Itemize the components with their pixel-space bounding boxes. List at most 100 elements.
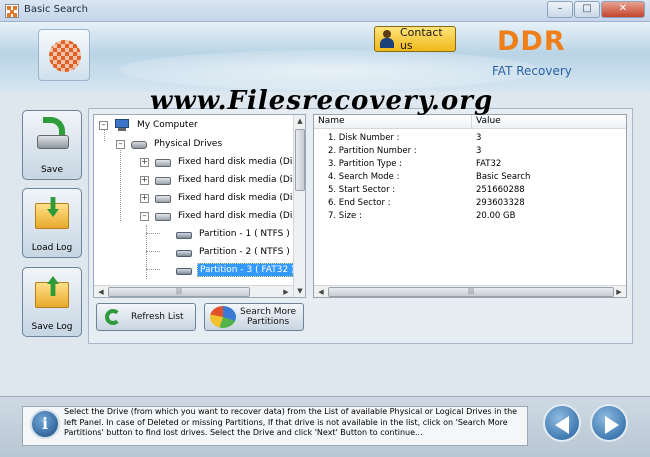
partition-icon [176, 232, 192, 239]
table-row[interactable]: 6. End Sector : 293603328 [314, 197, 626, 210]
collapse-icon[interactable]: – [116, 139, 125, 149]
partition-icon [176, 250, 192, 257]
computer-icon [114, 119, 130, 131]
close-button[interactable]: ✕ [601, 1, 645, 18]
person-icon [379, 30, 394, 48]
scroll-thumb[interactable]: ||| [108, 287, 250, 297]
header-banner: Contact us DDR FAT Recovery [0, 22, 650, 92]
scroll-thumb[interactable]: ||| [328, 287, 614, 297]
tree-node-partition-1[interactable]: Partition - 1 ( NTFS ) [176, 226, 292, 242]
contact-us-button[interactable]: Contact us [374, 26, 456, 52]
collapse-icon[interactable]: – [140, 211, 149, 221]
drives-icon [131, 141, 147, 149]
tree-label: Physical Drives [154, 139, 223, 149]
collapse-icon[interactable]: – [99, 120, 108, 130]
table-row[interactable]: 5. Start Sector : 251660288 [314, 184, 626, 197]
load-log-label: Load Log [31, 243, 73, 253]
scroll-left-icon[interactable]: ◀ [315, 286, 327, 297]
property-value: FAT32 [476, 159, 502, 169]
maximize-button[interactable]: □ [574, 1, 600, 18]
search-more-label: Search More Partitions [240, 307, 296, 327]
table-row[interactable]: 3. Partition Type : FAT32 [314, 158, 626, 171]
folder-save-icon [35, 274, 71, 310]
property-value: 293603328 [476, 198, 525, 208]
table-row[interactable]: 4. Search Mode : Basic Search [314, 171, 626, 184]
contact-us-label: Contact us [399, 26, 443, 52]
tree-vertical-scrollbar[interactable]: ▲ ▼ [293, 115, 305, 297]
tree-label: Partition - 1 ( NTFS ) [199, 229, 290, 239]
banner-decoration [120, 50, 540, 90]
tree-label: Fixed hard disk media (Disk2 - 2. [178, 193, 305, 203]
tree-node-disk3[interactable]: – Fixed hard disk media (Disk3 - 93 [140, 208, 305, 224]
scroll-thumb[interactable] [295, 129, 305, 191]
property-name: 3. Partition Type : [328, 159, 403, 169]
tree-node-partition-3[interactable]: Partition - 3 ( FAT32 ) [176, 262, 298, 278]
watermark-text: www.Filesrecovery.org [150, 86, 494, 116]
search-more-line-2: Partitions [246, 317, 290, 327]
property-name: 1. Disk Number : [328, 133, 400, 143]
tree-label: Fixed hard disk media (Disk1 - 93 [178, 175, 305, 185]
property-value: 3 [476, 133, 482, 143]
app-logo-icon [5, 4, 19, 18]
tree-node-disk1[interactable]: + Fixed hard disk media (Disk1 - 93 [140, 172, 305, 188]
logo-icon [49, 40, 81, 72]
hard-disk-icon [155, 177, 171, 185]
tree-node-partition-2[interactable]: Partition - 2 ( NTFS ) [176, 244, 292, 260]
folder-open-icon [35, 195, 71, 231]
tree-node-disk2[interactable]: + Fixed hard disk media (Disk2 - 2. [140, 190, 305, 206]
tree-node-my-computer[interactable]: – My Computer [99, 117, 200, 133]
property-value: 20.00 GB [476, 211, 516, 221]
load-log-button[interactable]: Load Log [22, 188, 82, 258]
scroll-right-icon[interactable]: ▶ [280, 286, 292, 298]
tree-horizontal-scrollbar[interactable]: ◀ ||| ▶ [94, 285, 293, 297]
table-row[interactable]: 7. Size : 20.00 GB [314, 210, 626, 223]
hard-disk-icon [155, 159, 171, 167]
next-button[interactable] [590, 404, 628, 442]
refresh-list-button[interactable]: Refresh List [96, 303, 196, 331]
refresh-icon [103, 307, 123, 327]
expand-icon[interactable]: + [140, 157, 149, 167]
expand-icon[interactable]: + [140, 175, 149, 185]
properties-list[interactable]: Name Value 1. Disk Number : 3 2. Partiti… [313, 114, 627, 298]
scroll-up-icon[interactable]: ▲ [295, 116, 305, 126]
column-header-value[interactable]: Value [472, 115, 501, 128]
next-arrow-icon [605, 416, 619, 434]
save-log-button[interactable]: Save Log [22, 267, 82, 337]
save-log-label: Save Log [31, 322, 73, 332]
minimize-button[interactable]: – [547, 1, 573, 18]
tree-label: My Computer [137, 120, 198, 130]
scroll-down-icon[interactable]: ▼ [295, 286, 305, 296]
properties-header: Name Value [314, 115, 626, 129]
back-button[interactable] [543, 404, 581, 442]
expand-icon[interactable]: + [140, 193, 149, 203]
scroll-left-icon[interactable]: ◀ [95, 286, 107, 298]
hard-disk-icon [155, 195, 171, 203]
property-value: 3 [476, 146, 482, 156]
property-name: 6. End Sector : [328, 198, 391, 208]
property-value: Basic Search [476, 172, 531, 182]
info-text: Select the Drive (from which you want to… [64, 407, 518, 437]
window-controls: – □ ✕ [546, 1, 645, 18]
drive-tree[interactable]: – My Computer – Physical Drives + Fixed … [93, 114, 306, 298]
save-drive-icon [35, 117, 71, 153]
hard-disk-icon [155, 213, 171, 221]
properties-horizontal-scrollbar[interactable]: ◀ ||| ▶ [314, 285, 626, 297]
tree-label: Fixed hard disk media (Disk0 - 1.8 [178, 157, 305, 167]
tree-node-disk0[interactable]: + Fixed hard disk media (Disk0 - 1.8 [140, 154, 305, 170]
product-name: FAT Recovery [492, 64, 572, 78]
window-title: Basic Search [24, 4, 89, 15]
refresh-list-label: Refresh List [131, 312, 184, 322]
info-icon: i [30, 409, 60, 439]
column-header-name[interactable]: Name [314, 115, 472, 128]
table-row[interactable]: 2. Partition Number : 3 [314, 145, 626, 158]
tree-node-physical-drives[interactable]: – Physical Drives [116, 136, 224, 152]
save-label: Save [40, 165, 64, 175]
table-row[interactable]: 1. Disk Number : 3 [314, 132, 626, 145]
save-button[interactable]: Save [22, 110, 82, 180]
partition-icon [176, 268, 192, 275]
app-logo [38, 29, 90, 81]
search-more-partitions-button[interactable]: Search More Partitions [204, 303, 304, 331]
search-more-line-1: Search More [240, 307, 297, 317]
property-value: 251660288 [476, 185, 525, 195]
scroll-right-icon[interactable]: ▶ [613, 286, 625, 297]
